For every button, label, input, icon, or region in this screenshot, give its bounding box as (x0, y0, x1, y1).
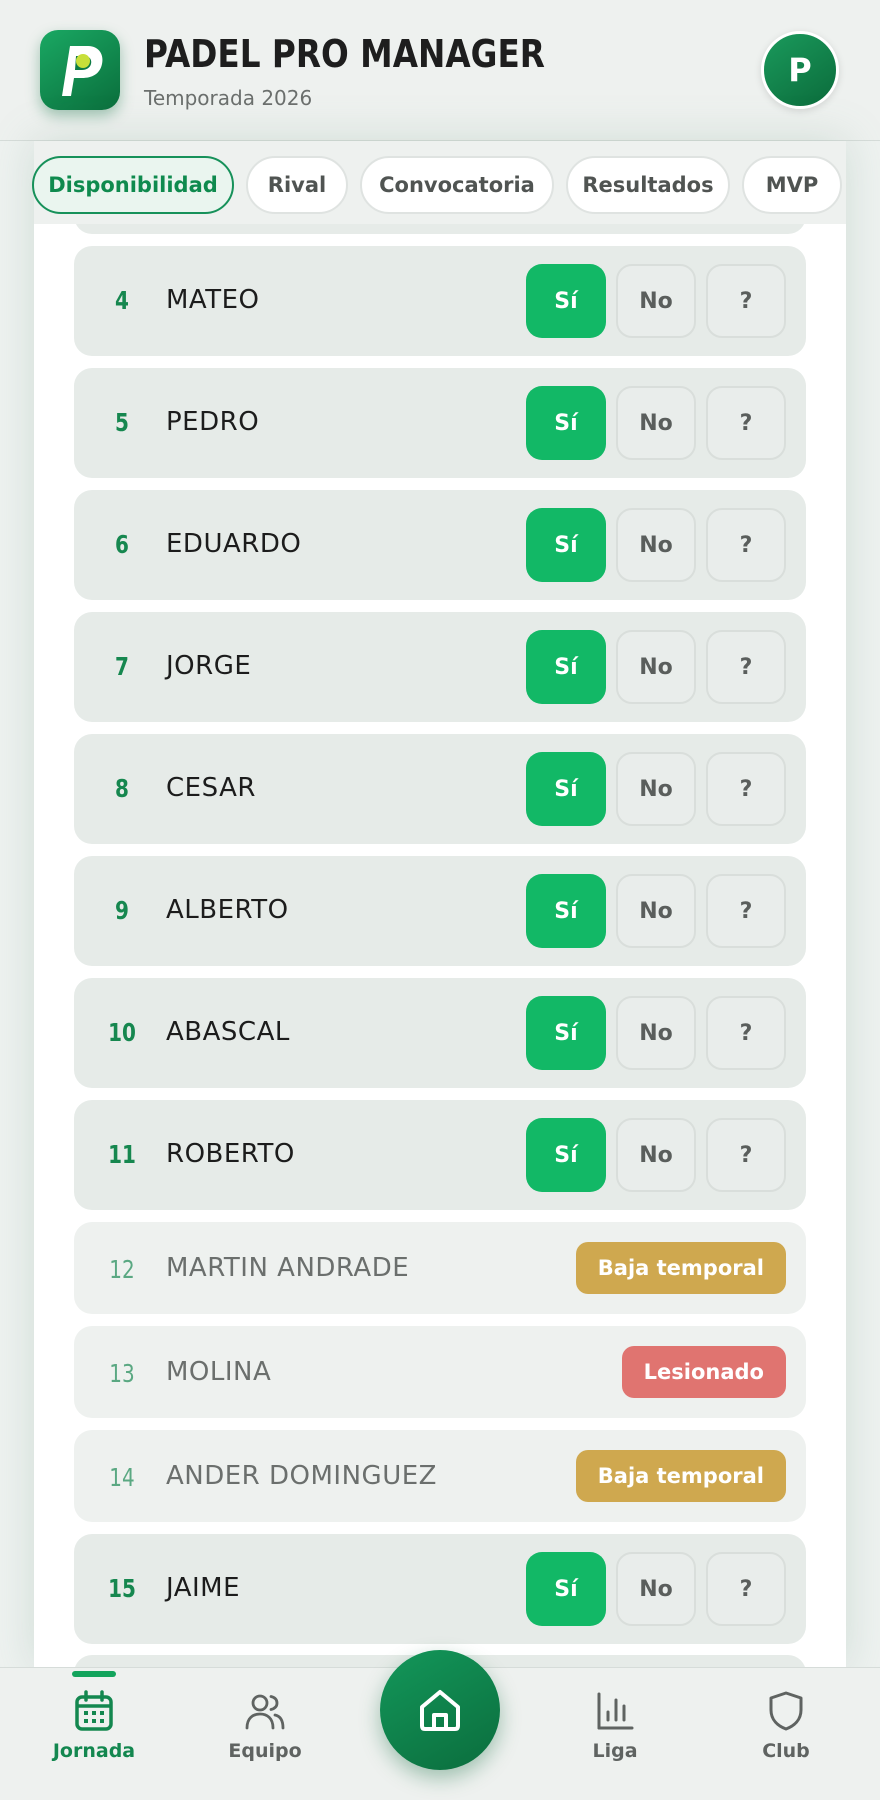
available-no-button[interactable]: No (616, 874, 696, 948)
player-name: MOLINA (166, 1357, 272, 1387)
player-number: 15 (108, 1574, 136, 1603)
available-maybe-button[interactable]: ? (706, 752, 786, 826)
available-no-button[interactable]: No (616, 752, 696, 826)
season-label: Temporada 2026 (144, 86, 313, 110)
users-icon (245, 1694, 285, 1730)
player-name: EDUARDO (166, 529, 302, 559)
app-title: PADEL PRO MANAGER (144, 32, 545, 76)
player-name: MATEO (166, 285, 260, 315)
status-badge-baja: Baja temporal (575, 1450, 786, 1502)
player-name: ALBERTO (166, 895, 289, 925)
app-header: PADEL PRO MANAGER Temporada 2026 P (0, 0, 880, 141)
available-maybe-button[interactable]: ? (706, 630, 786, 704)
available-maybe-button[interactable]: ? (706, 1552, 786, 1626)
player-row: 9 ALBERTO Sí No ? (74, 856, 806, 966)
player-name: CESAR (166, 773, 256, 803)
available-maybe-button[interactable]: ? (706, 386, 786, 460)
player-row: 6 EDUARDO Sí No ? (74, 490, 806, 600)
available-no-button[interactable]: No (616, 1118, 696, 1192)
active-nav-indicator (72, 1671, 116, 1677)
available-yes-button[interactable]: Sí (526, 752, 606, 826)
player-row: 10 ABASCAL Sí No ? (74, 978, 806, 1088)
nav-label: Liga (592, 1740, 638, 1762)
player-number: 10 (108, 1018, 136, 1047)
player-row: 4 MATEO Sí No ? (74, 246, 806, 356)
player-number: 11 (108, 1140, 136, 1169)
app-logo (40, 30, 120, 110)
nav-jornada[interactable]: Jornada (34, 1690, 154, 1762)
available-no-button[interactable]: No (616, 386, 696, 460)
available-maybe-button[interactable]: ? (706, 874, 786, 948)
player-number: 14 (109, 1463, 135, 1492)
player-row: 7 JORGE Sí No ? (74, 612, 806, 722)
player-number: 13 (109, 1359, 135, 1388)
player-number: 9 (115, 896, 129, 925)
available-yes-button[interactable]: Sí (526, 996, 606, 1070)
available-yes-button[interactable]: Sí (526, 630, 606, 704)
tab-mvp[interactable]: MVP (742, 156, 842, 214)
available-no-button[interactable]: No (616, 508, 696, 582)
nav-label: Jornada (52, 1740, 136, 1762)
nav-label: Equipo (228, 1740, 302, 1762)
available-no-button[interactable]: No (616, 264, 696, 338)
calendar-icon (75, 1690, 113, 1731)
available-no-button[interactable]: No (616, 996, 696, 1070)
home-button[interactable] (380, 1650, 500, 1770)
nav-equipo[interactable]: Equipo (205, 1690, 325, 1762)
status-badge-baja: Baja temporal (575, 1242, 786, 1294)
bar-chart-icon (597, 1692, 634, 1730)
tab-disponibilidad[interactable]: Disponibilidad (32, 156, 234, 214)
nav-label: Club (762, 1740, 810, 1762)
player-name: MARTIN ANDRADE (166, 1253, 410, 1283)
player-row: 5 PEDRO Sí No ? (74, 368, 806, 478)
home-icon (420, 1690, 460, 1731)
available-yes-button[interactable]: Sí (526, 874, 606, 948)
player-name: ROBERTO (166, 1139, 295, 1169)
player-row: 15 JAIME Sí No ? (74, 1534, 806, 1644)
available-maybe-button[interactable]: ? (706, 996, 786, 1070)
tab-convocatoria[interactable]: Convocatoria (360, 156, 554, 214)
player-number: 6 (115, 530, 129, 559)
available-maybe-button[interactable]: ? (706, 1118, 786, 1192)
player-number: 5 (115, 408, 129, 437)
available-maybe-button[interactable]: ? (706, 264, 786, 338)
available-maybe-button[interactable]: ? (706, 508, 786, 582)
player-name: JORGE (166, 651, 252, 681)
padel-logo-icon (62, 46, 103, 96)
user-avatar[interactable]: P (761, 31, 839, 109)
status-badge-lesionado: Lesionado (621, 1346, 786, 1398)
available-no-button[interactable]: No (616, 630, 696, 704)
player-row-unavailable: 14 ANDER DOMINGUEZ Baja temporal (74, 1430, 806, 1522)
available-yes-button[interactable]: Sí (526, 264, 606, 338)
player-row-unavailable: 13 MOLINA Lesionado (74, 1326, 806, 1418)
player-row-unavailable: 12 MARTIN ANDRADE Baja temporal (74, 1222, 806, 1314)
available-yes-button[interactable]: Sí (526, 1552, 606, 1626)
player-name: JAIME (166, 1573, 241, 1603)
available-yes-button[interactable]: Sí (526, 1118, 606, 1192)
player-name: ABASCAL (166, 1017, 290, 1047)
player-name: PEDRO (166, 407, 260, 437)
player-number: 8 (115, 774, 129, 803)
nav-liga[interactable]: Liga (555, 1690, 675, 1762)
player-row: 8 CESAR Sí No ? (74, 734, 806, 844)
tab-resultados[interactable]: Resultados (566, 156, 730, 214)
tab-rival[interactable]: Rival (246, 156, 348, 214)
player-number: 12 (109, 1255, 135, 1284)
shield-icon (769, 1691, 803, 1731)
nav-club[interactable]: Club (726, 1690, 846, 1762)
player-row: 11 ROBERTO Sí No ? (74, 1100, 806, 1210)
player-number: 7 (115, 652, 129, 681)
player-number: 4 (115, 286, 129, 315)
available-yes-button[interactable]: Sí (526, 386, 606, 460)
available-yes-button[interactable]: Sí (526, 508, 606, 582)
available-no-button[interactable]: No (616, 1552, 696, 1626)
player-name: ANDER DOMINGUEZ (166, 1461, 437, 1491)
